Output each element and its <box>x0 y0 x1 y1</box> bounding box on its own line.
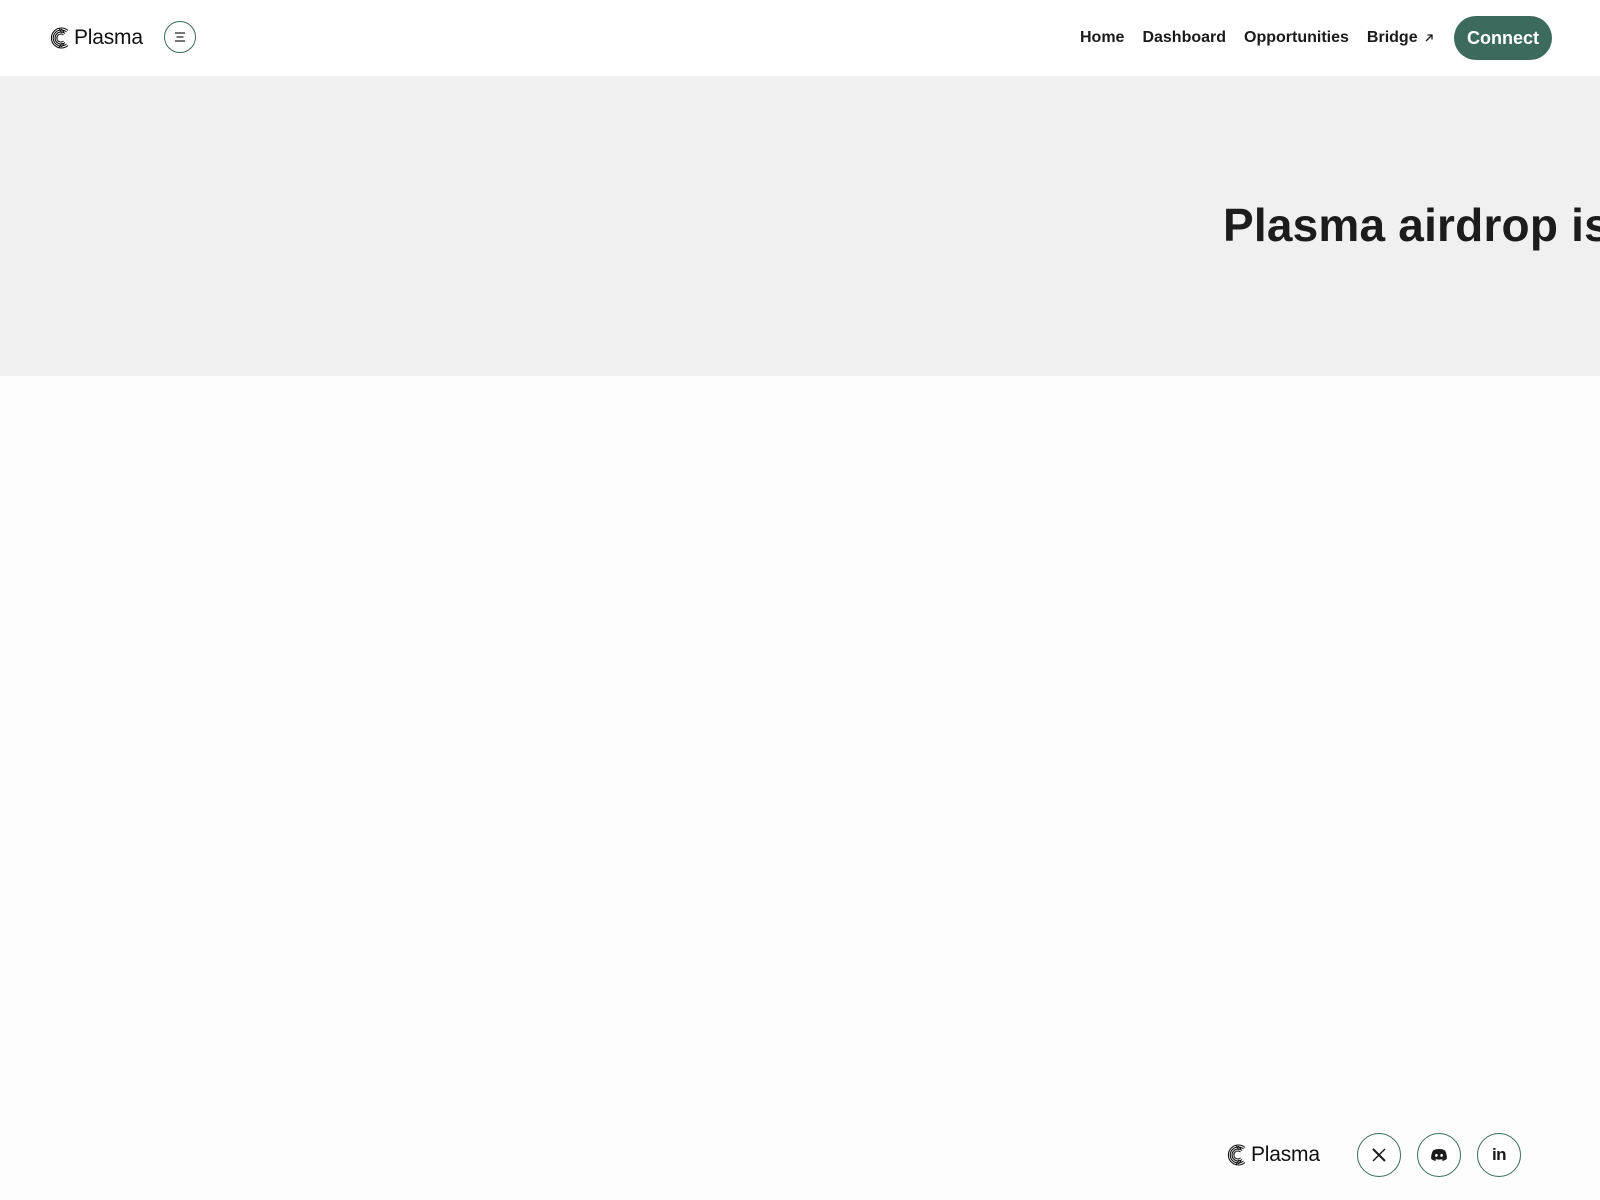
hero-banner: Plasma airdrop is <box>0 76 1600 376</box>
linkedin-icon: in <box>1491 1145 1507 1164</box>
brand-logo-link[interactable]: Plasma <box>48 24 143 52</box>
footer-brand-logo[interactable]: Plasma <box>1225 1143 1320 1167</box>
main-content <box>0 376 1600 1116</box>
menu-icon <box>175 32 185 42</box>
nav-bridge-label: Bridge <box>1366 29 1418 46</box>
linkedin-link[interactable]: in <box>1477 1133 1521 1177</box>
plasma-logo-icon <box>1227 1144 1246 1166</box>
site-header: Plasma Home Dashboard Opportunities Brid… <box>0 0 1600 76</box>
nav-home[interactable]: Home <box>1080 29 1124 47</box>
footer-brand-name: Plasma <box>1251 1143 1320 1166</box>
discord-icon <box>1431 1149 1447 1161</box>
nav-opportunities[interactable]: Opportunities <box>1244 29 1349 47</box>
discord-link[interactable] <box>1417 1133 1461 1177</box>
social-links: in <box>1357 1133 1521 1177</box>
nav-bridge[interactable]: Bridge <box>1367 29 1434 47</box>
hero-title: Plasma airdrop is <box>1223 199 1600 251</box>
brand-name: Plasma <box>74 26 143 49</box>
main-nav: Home Dashboard Opportunities Bridge <box>1080 26 1434 50</box>
x-twitter-icon <box>1372 1148 1386 1162</box>
external-link-icon <box>1425 34 1433 42</box>
x-twitter-link[interactable] <box>1357 1133 1401 1177</box>
nav-dashboard[interactable]: Dashboard <box>1142 29 1226 47</box>
site-footer: Plasma in <box>0 1116 1600 1200</box>
connect-button[interactable]: Connect <box>1454 16 1552 60</box>
menu-toggle-button[interactable] <box>164 21 196 53</box>
plasma-logo-icon <box>50 27 69 49</box>
